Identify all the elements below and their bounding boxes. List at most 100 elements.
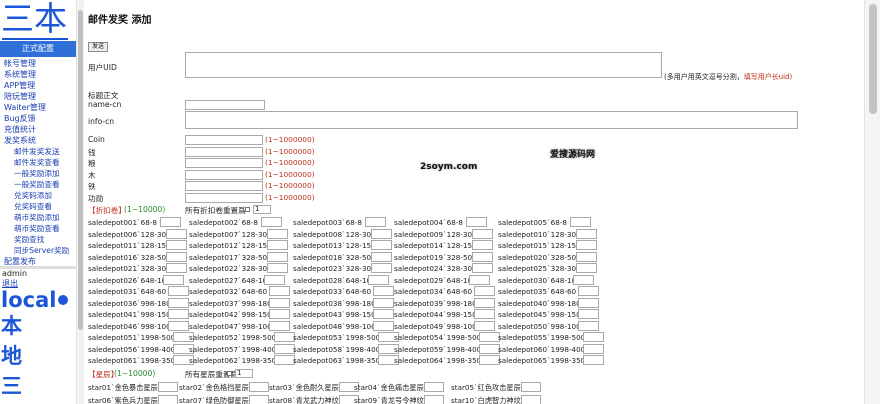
- discount-item-input[interactable]: [474, 309, 495, 319]
- discount-item-input[interactable]: [469, 274, 490, 285]
- discount-item-input[interactable]: [267, 251, 288, 262]
- submenu-item[interactable]: 兑奖码查看: [4, 201, 76, 212]
- discount-item-input[interactable]: [371, 228, 392, 239]
- reset-all-input[interactable]: 1: [253, 205, 271, 214]
- menu-item[interactable]: APP管理: [4, 80, 76, 91]
- discount-item-input[interactable]: [168, 320, 189, 331]
- submenu-item[interactable]: 邮件发奖查看: [4, 157, 76, 168]
- discount-item-input[interactable]: [368, 274, 389, 285]
- menu-item[interactable]: Bug反馈: [4, 113, 76, 124]
- discount-item-input[interactable]: [371, 263, 392, 273]
- discount-item-input[interactable]: [365, 217, 386, 227]
- menu-item[interactable]: 帐号管理: [4, 58, 76, 69]
- discount-item-input[interactable]: [371, 251, 392, 262]
- discount-item-input[interactable]: [578, 286, 599, 296]
- discount-item-input[interactable]: [474, 320, 495, 331]
- discount-item-input[interactable]: [274, 332, 295, 342]
- discount-item-input[interactable]: [267, 263, 288, 273]
- env-badge[interactable]: 正式配置: [0, 41, 76, 57]
- currency-input[interactable]: [185, 135, 263, 145]
- discount-item-input[interactable]: [371, 240, 392, 250]
- stars-item-input[interactable]: [249, 395, 269, 404]
- submenu-item[interactable]: 萌币奖励添加: [4, 212, 76, 223]
- discount-item-input[interactable]: [269, 320, 290, 331]
- discount-item-input[interactable]: [573, 274, 594, 285]
- discount-item-input[interactable]: [466, 217, 487, 227]
- currency-input[interactable]: [185, 169, 263, 180]
- discount-item-input[interactable]: [576, 251, 597, 262]
- discount-item-input[interactable]: [166, 240, 187, 250]
- discount-item-input[interactable]: [474, 297, 495, 308]
- discount-item-input[interactable]: [269, 297, 290, 308]
- uid-textarea[interactable]: [185, 52, 662, 78]
- reset-all-input[interactable]: 1: [235, 369, 253, 378]
- submenu-item[interactable]: 奖励查找: [4, 234, 76, 245]
- discount-item-input[interactable]: [160, 217, 181, 227]
- discount-item-input[interactable]: [373, 297, 394, 308]
- stars-item-input[interactable]: [158, 395, 178, 404]
- discount-item-input[interactable]: [373, 320, 394, 331]
- discount-item-input[interactable]: [472, 263, 493, 273]
- discount-item-input[interactable]: [474, 286, 495, 296]
- discount-item-input[interactable]: [264, 274, 285, 285]
- currency-input[interactable]: [185, 158, 263, 169]
- currency-input[interactable]: [185, 193, 263, 203]
- stars-item-input[interactable]: [424, 382, 444, 392]
- discount-item-input[interactable]: [267, 240, 288, 250]
- discount-item-input[interactable]: [583, 355, 604, 365]
- send-button[interactable]: 发送: [88, 42, 109, 52]
- menu-item[interactable]: 陪玩管理: [4, 91, 76, 102]
- discount-item-input[interactable]: [472, 228, 493, 239]
- discount-item-input[interactable]: [583, 332, 604, 342]
- menu-item[interactable]: 充值统计: [4, 124, 76, 135]
- currency-input[interactable]: [185, 181, 263, 192]
- submenu-item[interactable]: 一般奖励查看: [4, 179, 76, 190]
- discount-item-input[interactable]: [479, 343, 500, 354]
- discount-item-input[interactable]: [269, 286, 290, 296]
- stars-item-input[interactable]: [158, 382, 178, 392]
- submenu-item[interactable]: 萌币奖励查看: [4, 223, 76, 234]
- reset-all-checkbox[interactable]: [245, 207, 250, 212]
- main-scrollbar[interactable]: [864, 0, 880, 404]
- submenu-item[interactable]: 邮件发奖发送: [4, 146, 76, 157]
- discount-item-input[interactable]: [166, 251, 187, 262]
- discount-item-input[interactable]: [578, 320, 599, 331]
- discount-item-input[interactable]: [274, 355, 295, 365]
- discount-item-input[interactable]: [168, 309, 189, 319]
- menu-item[interactable]: 发奖系统: [4, 135, 76, 146]
- discount-item-input[interactable]: [261, 217, 282, 227]
- discount-item-input[interactable]: [578, 309, 599, 319]
- sidebar-scrollbar[interactable]: [76, 0, 84, 404]
- discount-item-input[interactable]: [373, 286, 394, 296]
- submenu-item[interactable]: 兑奖码添加: [4, 190, 76, 201]
- discount-item-input[interactable]: [168, 286, 189, 296]
- discount-item-input[interactable]: [166, 263, 187, 273]
- currency-input[interactable]: [185, 146, 263, 157]
- discount-item-input[interactable]: [166, 228, 187, 239]
- reset-all-checkbox[interactable]: [227, 371, 232, 376]
- menu-item[interactable]: 系统管理: [4, 69, 76, 80]
- discount-item-input[interactable]: [274, 343, 295, 354]
- name-cn-input[interactable]: [185, 100, 265, 110]
- submenu-item[interactable]: 一般奖励添加: [4, 168, 76, 179]
- discount-item-input[interactable]: [576, 263, 597, 273]
- main-scrollbar-thumb[interactable]: [869, 4, 877, 114]
- discount-item-input[interactable]: [578, 297, 599, 308]
- menu-item[interactable]: Waiter管理: [4, 102, 76, 113]
- stars-item-input[interactable]: [521, 382, 541, 392]
- discount-item-input[interactable]: [269, 309, 290, 319]
- discount-item-input[interactable]: [576, 228, 597, 239]
- discount-item-input[interactable]: [168, 297, 189, 308]
- discount-item-input[interactable]: [267, 228, 288, 239]
- submenu-item[interactable]: 同步Server奖励: [4, 245, 76, 256]
- stars-item-input[interactable]: [521, 395, 541, 404]
- sidebar-scrollbar-thumb[interactable]: [78, 10, 83, 330]
- discount-item-input[interactable]: [583, 343, 604, 354]
- discount-item-input[interactable]: [479, 355, 500, 365]
- stars-item-input[interactable]: [249, 382, 269, 392]
- discount-item-input[interactable]: [472, 251, 493, 262]
- info-cn-textarea[interactable]: [185, 111, 798, 129]
- discount-item-input[interactable]: [163, 274, 184, 285]
- discount-item-input[interactable]: [479, 332, 500, 342]
- discount-item-input[interactable]: [472, 240, 493, 250]
